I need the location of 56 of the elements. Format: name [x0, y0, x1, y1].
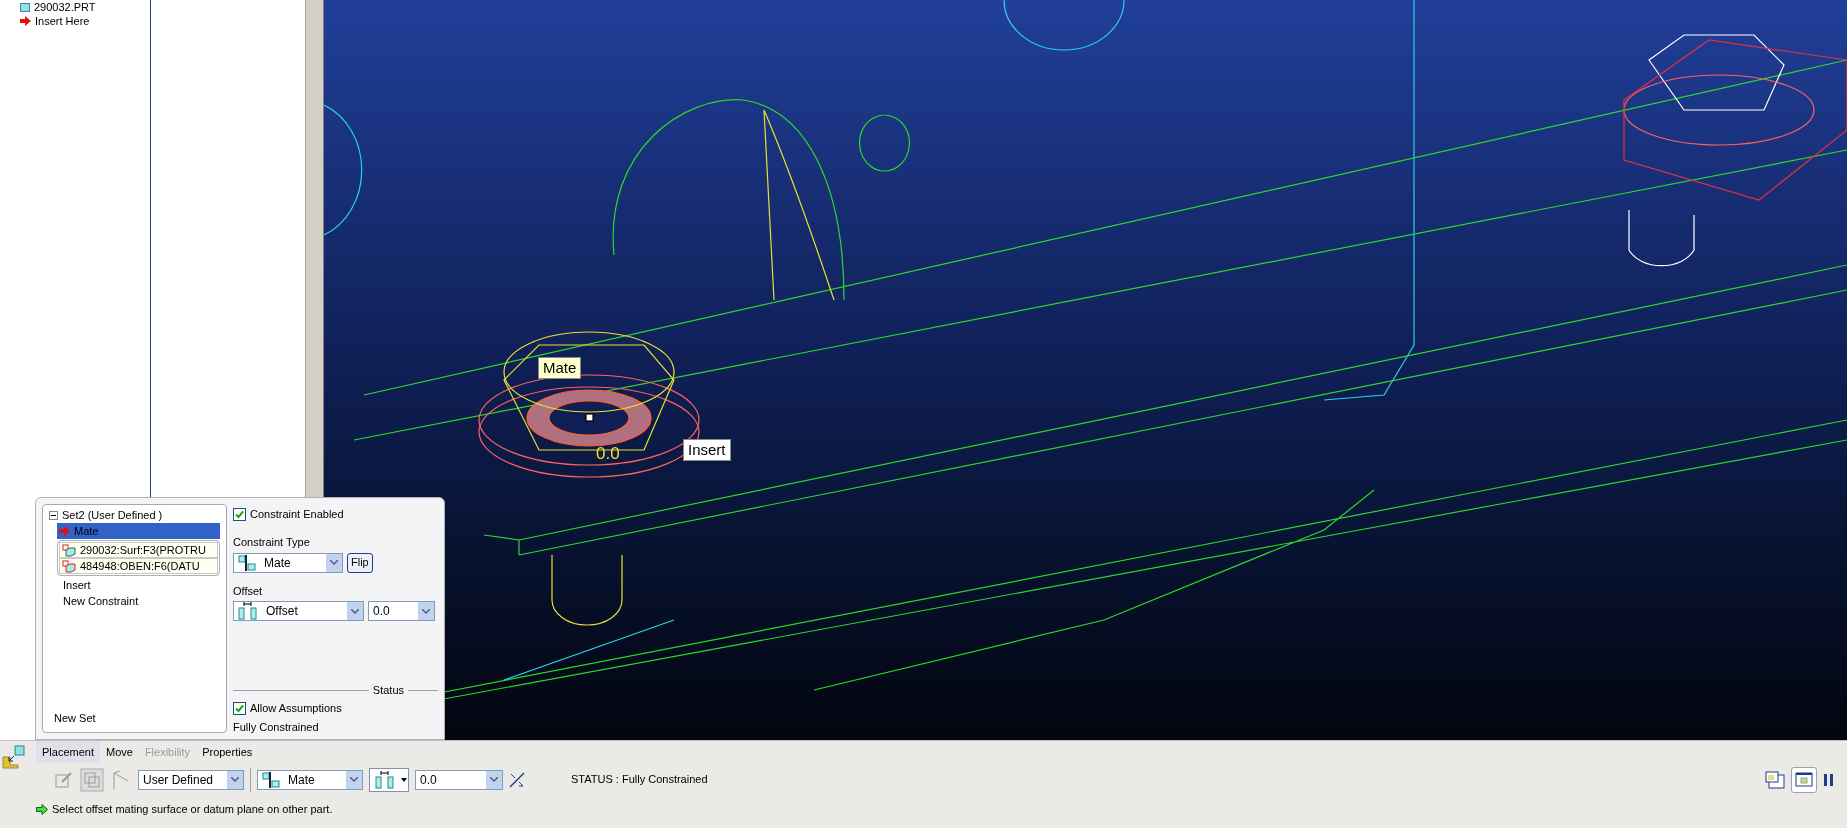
section-heading: Status	[372, 683, 404, 698]
part-icon	[20, 2, 30, 12]
offset-value-select[interactable]: 0.0	[415, 769, 503, 790]
surface-icon	[62, 559, 76, 573]
tree-item[interactable]: Set2 (User Defined )	[49, 507, 220, 523]
checkbox-label: Constraint Enabled	[250, 506, 344, 522]
prompt-message: Select offset mating surface or datum plane on other part.	[52, 801, 333, 817]
offset-icon	[238, 602, 258, 620]
constraint-type-select[interactable]: Mate	[233, 552, 343, 573]
offset-mode-select[interactable]: Offset	[233, 601, 364, 621]
caret-icon	[418, 602, 434, 620]
caret-icon	[401, 777, 407, 782]
tree-item[interactable]: Insert Here	[6, 14, 150, 28]
arrow-icon	[59, 526, 70, 536]
arrow-icon	[20, 16, 31, 26]
surface-icon	[62, 543, 76, 557]
reference-item[interactable]: 290032:Surf:F3(PROTRU	[59, 542, 218, 558]
arrow-icon	[36, 803, 48, 815]
mate-icon	[262, 771, 280, 788]
tree-item[interactable]: 290032.PRT	[6, 0, 150, 14]
dashboard-tab[interactable]: Properties	[196, 741, 259, 763]
constraint-action[interactable]: Insert	[63, 577, 220, 593]
caret-icon	[227, 770, 243, 789]
constraint-tag: Mate	[538, 357, 582, 379]
caret-icon	[346, 770, 362, 789]
flip-icon[interactable]	[509, 771, 525, 788]
dashboard-tab[interactable]: Placement	[36, 741, 100, 763]
constraint-action[interactable]: New Constraint	[63, 593, 220, 609]
checkbox-label: Allow Assumptions	[250, 701, 342, 717]
constraint-item[interactable]: Mate	[57, 523, 220, 539]
checkbox[interactable]	[233, 507, 246, 521]
pause-icon[interactable]	[1823, 772, 1835, 787]
offset-value-select[interactable]: 0.0	[368, 601, 435, 621]
dimension-label: 0.0	[596, 444, 620, 464]
status-text: Fully Constrained	[233, 719, 320, 735]
field-label: Constraint Type	[233, 535, 311, 550]
new-set-link[interactable]: New Set	[54, 710, 220, 726]
constraint-tag: Insert	[683, 439, 731, 461]
reference-item[interactable]: 484948:OBEN:F6(DATU	[59, 558, 218, 574]
window-icon	[1795, 772, 1813, 787]
caret-icon	[347, 602, 363, 620]
mate-icon	[238, 554, 256, 571]
dashboard-tab[interactable]: Move	[100, 741, 139, 763]
status-text: STATUS : Fully Constrained	[571, 772, 708, 788]
caret-icon	[326, 553, 342, 572]
caret-icon	[486, 770, 502, 789]
offset-icon	[375, 770, 395, 789]
set-type-select[interactable]: User Defined	[138, 769, 244, 790]
field-label: Offset	[233, 583, 264, 599]
flip-button[interactable]: Flip	[347, 552, 373, 573]
window-icon[interactable]	[1765, 770, 1785, 789]
checkbox[interactable]	[233, 702, 246, 715]
window-button[interactable]	[1791, 766, 1817, 793]
offset-type-button[interactable]	[369, 767, 409, 792]
assembly-icon[interactable]	[2, 745, 26, 769]
constraint-select[interactable]: Mate	[257, 769, 363, 790]
